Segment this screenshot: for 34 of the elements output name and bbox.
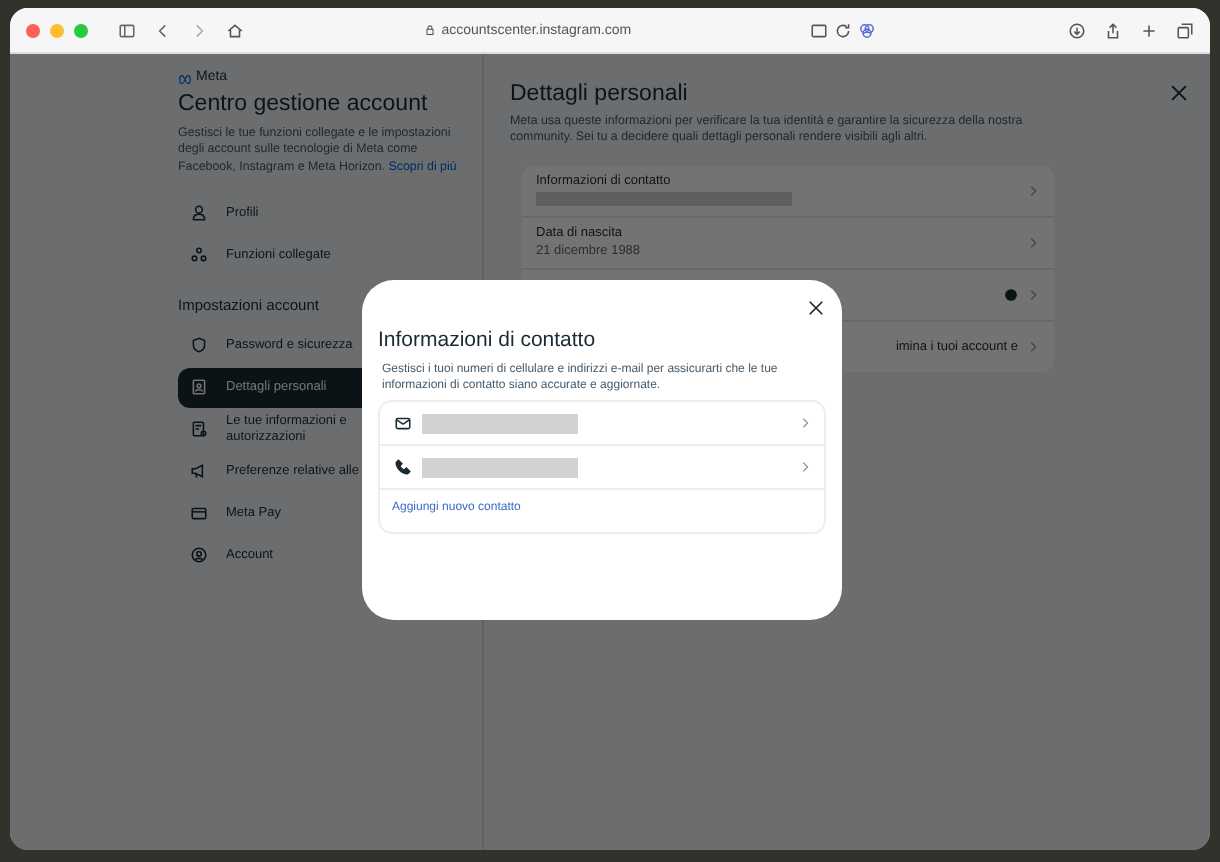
circle-icon <box>1004 287 1018 302</box>
dialog-title: Informazioni di contatto <box>378 328 598 352</box>
chevron-right-icon <box>1026 235 1040 250</box>
megaphone-icon <box>190 462 208 481</box>
chevron-right-icon <box>798 416 812 430</box>
chevron-right-icon <box>1026 183 1040 198</box>
new-tab-icon[interactable] <box>1140 21 1158 39</box>
download-icon[interactable] <box>1068 21 1086 39</box>
window-close-control[interactable] <box>26 23 40 37</box>
phone-icon <box>394 458 412 476</box>
tabs-icon[interactable] <box>1176 21 1194 39</box>
lock-icon <box>423 24 436 36</box>
document-icon <box>190 420 208 439</box>
id-card-icon <box>190 378 208 397</box>
reload-icon[interactable] <box>834 21 853 39</box>
nodes-icon <box>190 246 208 265</box>
extension-icon[interactable] <box>858 21 877 39</box>
close-button[interactable] <box>1168 82 1190 106</box>
shield-icon <box>190 336 208 355</box>
meta-logo-icon <box>178 70 192 84</box>
close-icon <box>1168 82 1190 104</box>
page-title: Dettagli personali <box>510 82 690 106</box>
share-icon[interactable] <box>1104 21 1122 39</box>
envelope-icon <box>394 414 412 432</box>
chevron-right-icon <box>798 460 812 474</box>
person-icon <box>190 204 208 223</box>
chevron-right-icon <box>1026 339 1040 354</box>
close-icon <box>806 298 826 318</box>
account-icon <box>190 546 208 565</box>
card-icon <box>190 504 208 523</box>
home-icon[interactable] <box>226 21 244 39</box>
chevron-right-icon <box>1026 287 1040 302</box>
sidebar-icon[interactable] <box>118 21 136 39</box>
sidebar-title: Centro gestione account <box>178 92 430 116</box>
